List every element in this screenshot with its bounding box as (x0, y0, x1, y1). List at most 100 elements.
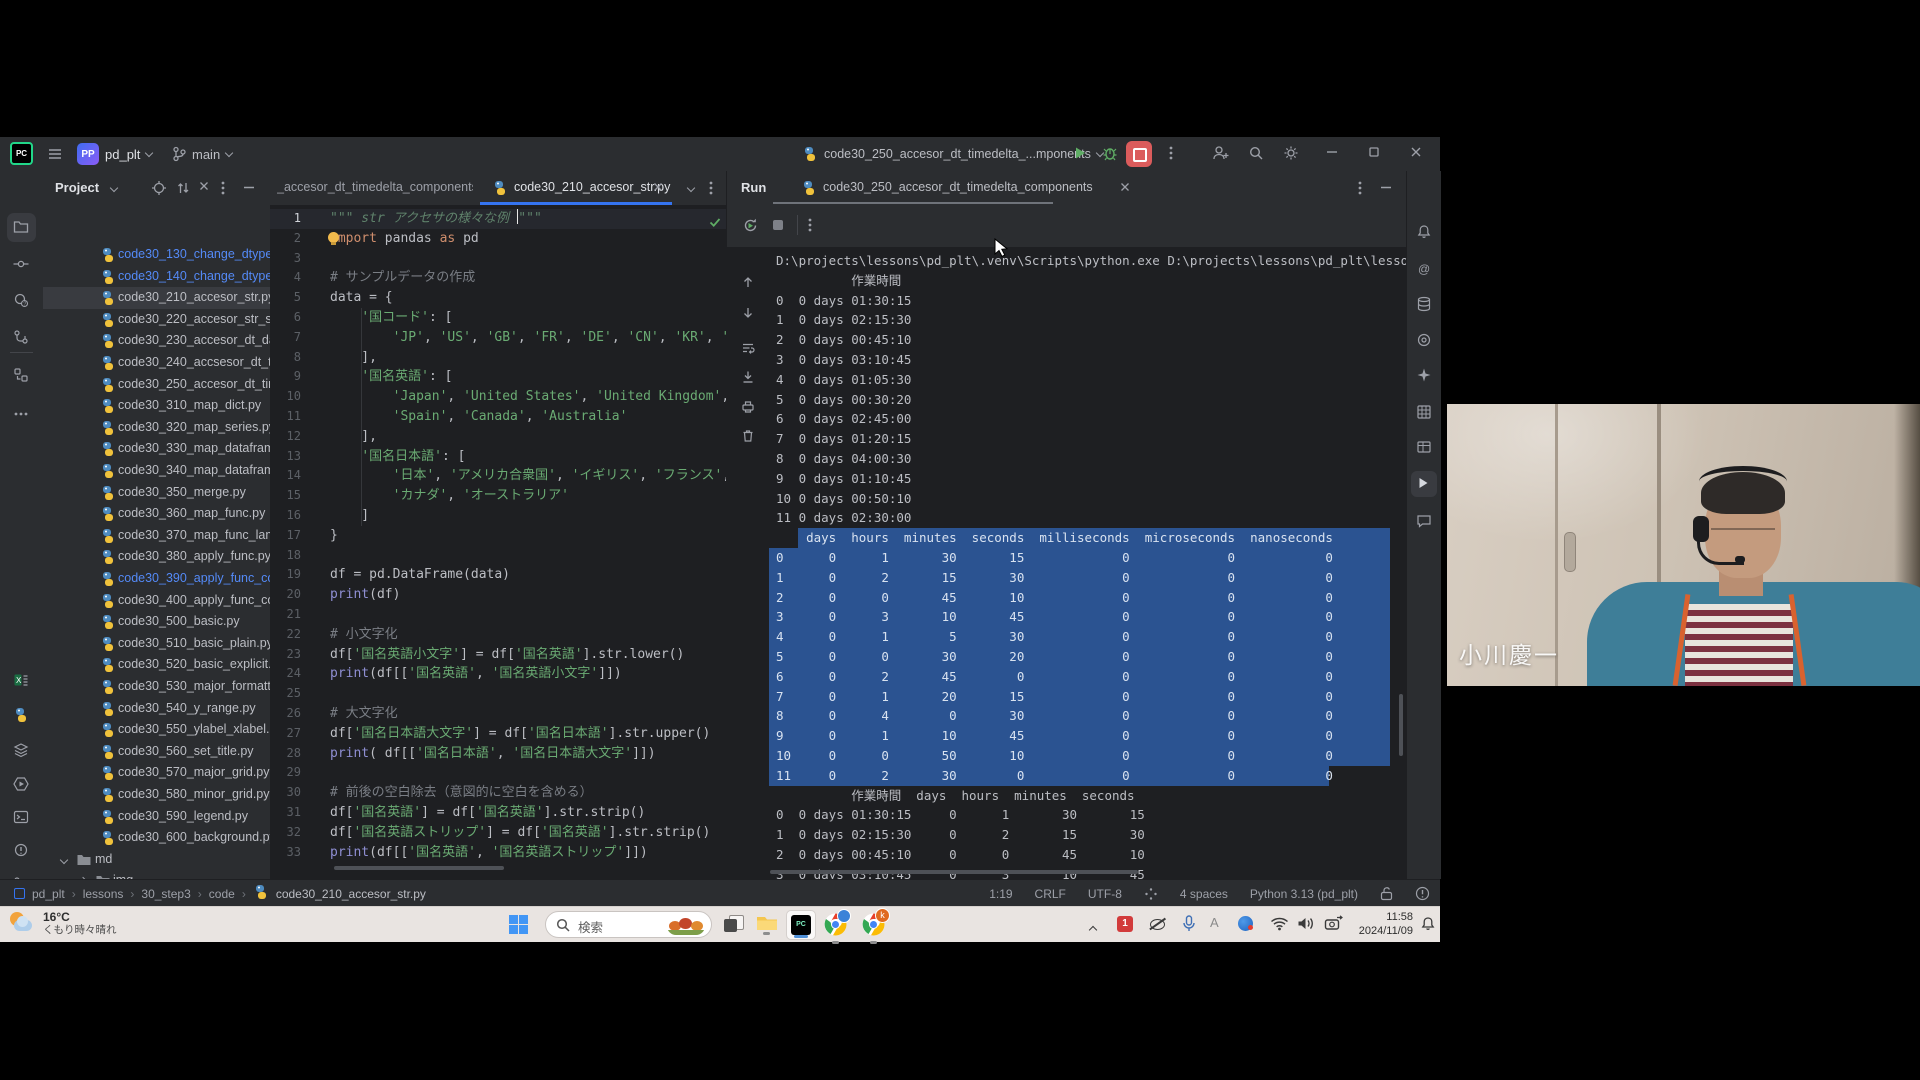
panel-options-icon[interactable] (220, 180, 226, 196)
interpreter[interactable]: Python 3.13 (pd_plt) (1250, 887, 1358, 901)
console-gutter-print-icon[interactable] (741, 400, 755, 419)
editor-line-3[interactable]: 3 (270, 249, 726, 269)
editor-line-19[interactable]: 19df = pd.DataFrame(data) (270, 565, 726, 585)
spreadsheet-icon[interactable]: X (13, 672, 29, 693)
tree-item-code30_250_accesor_dt_timedelta_components.py[interactable]: code30_250_accesor_dt_timedelta_componen… (43, 374, 270, 396)
volume-icon[interactable] (1297, 916, 1315, 931)
editor-line-28[interactable]: 28print( df[['国名日本語', '国名日本語大文字']]) (270, 744, 726, 764)
breadcrumb-item[interactable]: 30_step3 (141, 887, 190, 901)
tree-item-code30_530_major_formatter.py[interactable]: code30_530_major_formatter.py (43, 676, 270, 698)
branch-widget[interactable]: main (172, 143, 232, 165)
editor-line-20[interactable]: 20print(df) (270, 585, 726, 605)
console-line-19[interactable]: 4 0 1 5 30 0 0 0 (727, 627, 1407, 647)
database-icon[interactable] (1416, 296, 1432, 317)
clock-widget[interactable]: 11:58 2024/11/09 (1355, 910, 1413, 938)
tree-item-code30_600_background.py[interactable]: code30_600_background.py (43, 827, 270, 849)
more-icon[interactable] (13, 404, 29, 422)
editor-body[interactable]: 1""" str アクセサの様々な例 """2import pandas as … (270, 205, 726, 879)
run-button[interactable] (1072, 145, 1088, 161)
wifi-icon[interactable] (1270, 916, 1289, 931)
editor-line-17[interactable]: 17} (270, 526, 726, 546)
python-packages-icon[interactable] (13, 707, 29, 728)
run-config-selector[interactable]: code30_250_accesor_dt_timedelta_...mpone… (802, 143, 1103, 165)
console-line-30[interactable]: 2 0 days 00:45:10 0 0 45 10 (727, 845, 1407, 865)
weather-widget[interactable]: 16°C くもり時々晴れ (8, 910, 117, 938)
breadcrumb-item[interactable]: code (209, 887, 235, 901)
editor-line-23[interactable]: 23df['国名英語小文字'] = df['国名英語'].str.lower() (270, 645, 726, 665)
tree-item-code30_320_map_series.py[interactable]: code30_320_map_series.py (43, 417, 270, 439)
tray-ime-indicator[interactable]: A (1210, 915, 1219, 930)
console-vscrollbar[interactable] (1399, 694, 1403, 756)
tree-item-code30_510_basic_plain.py[interactable]: code30_510_basic_plain.py (43, 633, 270, 655)
project-folder-icon[interactable] (13, 219, 29, 240)
console-line-29[interactable]: 1 0 days 02:15:30 0 2 15 30 (727, 825, 1407, 845)
console-line-22[interactable]: 7 0 1 20 15 0 0 0 (727, 687, 1407, 707)
tree-item-code30_580_minor_grid.py[interactable]: code30_580_minor_grid.py (43, 784, 270, 806)
tab-options-icon[interactable] (708, 180, 714, 196)
breadcrumb-item[interactable]: code30_210_accesor_str.py (276, 887, 426, 901)
tree-item-code30_590_legend.py[interactable]: code30_590_legend.py (43, 806, 270, 828)
commit-icon[interactable] (13, 256, 29, 277)
services-icon[interactable] (13, 742, 29, 763)
notifications-status-icon[interactable] (1415, 886, 1430, 901)
tree-item-code30_130_change_dtype.py[interactable]: code30_130_change_dtype.py (43, 244, 270, 266)
tray-mic-icon[interactable] (1182, 915, 1196, 933)
encoding[interactable]: UTF-8 (1088, 887, 1122, 901)
unlock-icon[interactable] (1380, 886, 1393, 901)
hide-panel-icon[interactable] (242, 180, 256, 194)
console-gutter-soft-wrap-icon[interactable] (741, 341, 755, 360)
maximize-button[interactable] (1367, 145, 1381, 159)
notification-bell-icon[interactable] (1420, 916, 1436, 932)
tree-item-md[interactable]: md (43, 849, 270, 871)
editor-line-27[interactable]: 27df['国名日本語大文字'] = df['国名日本語'].str.upper… (270, 724, 726, 744)
editor-line-13[interactable]: 13 '国名日本語': [ (270, 447, 726, 467)
console-line-1[interactable]: 作業時間 (727, 271, 1407, 291)
background-tasks-icon[interactable] (1144, 887, 1158, 901)
problems-icon[interactable] (13, 842, 29, 863)
run-tab-label[interactable]: code30_250_accesor_dt_timedelta_componen… (823, 180, 1093, 194)
console-line-9[interactable]: 7 0 days 01:20:15 (727, 429, 1407, 449)
collapse-all-icon[interactable] (198, 180, 210, 192)
console-gutter-down-icon[interactable] (741, 306, 755, 325)
rerun-icon[interactable] (742, 217, 759, 234)
coverage-icon[interactable] (1416, 332, 1432, 353)
editor-line-5[interactable]: 5data = { (270, 288, 726, 308)
tree-item-code30_500_basic.py[interactable]: code30_500_basic.py (43, 611, 270, 633)
tree-item-code30_550_ylabel_xlabel.py[interactable]: code30_550_ylabel_xlabel.py (43, 719, 270, 741)
console-line-20[interactable]: 5 0 0 30 20 0 0 0 (727, 647, 1407, 667)
more-actions-icon[interactable] (1168, 145, 1174, 161)
tree-item-code30_230_accesor_dt_datetime.py[interactable]: code30_230_accesor_dt_datetime.py (43, 330, 270, 352)
close-tab-icon[interactable] (652, 181, 664, 193)
console-gutter-scroll-end-icon[interactable] (741, 370, 755, 389)
run-play-icon[interactable] (1416, 476, 1430, 495)
editor-line-21[interactable]: 21 (270, 605, 726, 625)
table-icon[interactable] (1416, 439, 1432, 460)
editor-line-10[interactable]: 10 'Japan', 'United States', 'United Kin… (270, 387, 726, 407)
minimize-button[interactable] (1325, 145, 1339, 159)
console-line-18[interactable]: 3 0 3 10 45 0 0 0 (727, 607, 1407, 627)
ai-sparkle-icon[interactable] (1416, 367, 1432, 388)
expand-collapse-icon[interactable] (176, 180, 190, 196)
run-targets-icon[interactable] (13, 776, 29, 797)
ai-chat-icon[interactable] (1416, 513, 1432, 534)
console-line-0[interactable]: D:\projects\lessons\pd_plt\.venv\Scripts… (727, 251, 1407, 271)
hide-run-panel-icon[interactable] (1379, 180, 1393, 194)
profile-icon[interactable]: @ (1416, 261, 1432, 282)
toolbar-more-icon[interactable] (807, 217, 813, 233)
line-ending[interactable]: CRLF (1035, 887, 1066, 901)
console-gutter-trash-icon[interactable] (741, 429, 755, 448)
tray-app-badge[interactable]: 1 (1117, 916, 1133, 932)
editor-line-8[interactable]: 8 ], (270, 348, 726, 368)
editor-line-18[interactable]: 18 (270, 546, 726, 566)
pycharm-taskbar-button[interactable]: PC (786, 910, 816, 940)
inspections-ok-icon[interactable] (708, 215, 722, 229)
editor-line-15[interactable]: 15 'カナダ', 'オーストラリア' (270, 486, 726, 506)
close-run-tab-icon[interactable] (1119, 181, 1131, 193)
console-line-28[interactable]: 0 0 days 01:30:15 0 1 30 15 (727, 805, 1407, 825)
editor-line-33[interactable]: 33print(df[['国名英語', '国名英語ストリップ']]) (270, 843, 726, 863)
breadcrumb[interactable]: pd_plt›lessons›30_step3›code›code30_210_… (14, 880, 426, 907)
console-line-8[interactable]: 6 0 days 02:45:00 (727, 409, 1407, 429)
console-line-24[interactable]: 9 0 1 10 45 0 0 0 (727, 726, 1407, 746)
tree-item-code30_520_basic_explicit.py[interactable]: code30_520_basic_explicit.py (43, 654, 270, 676)
editor-line-29[interactable]: 29 (270, 763, 726, 783)
